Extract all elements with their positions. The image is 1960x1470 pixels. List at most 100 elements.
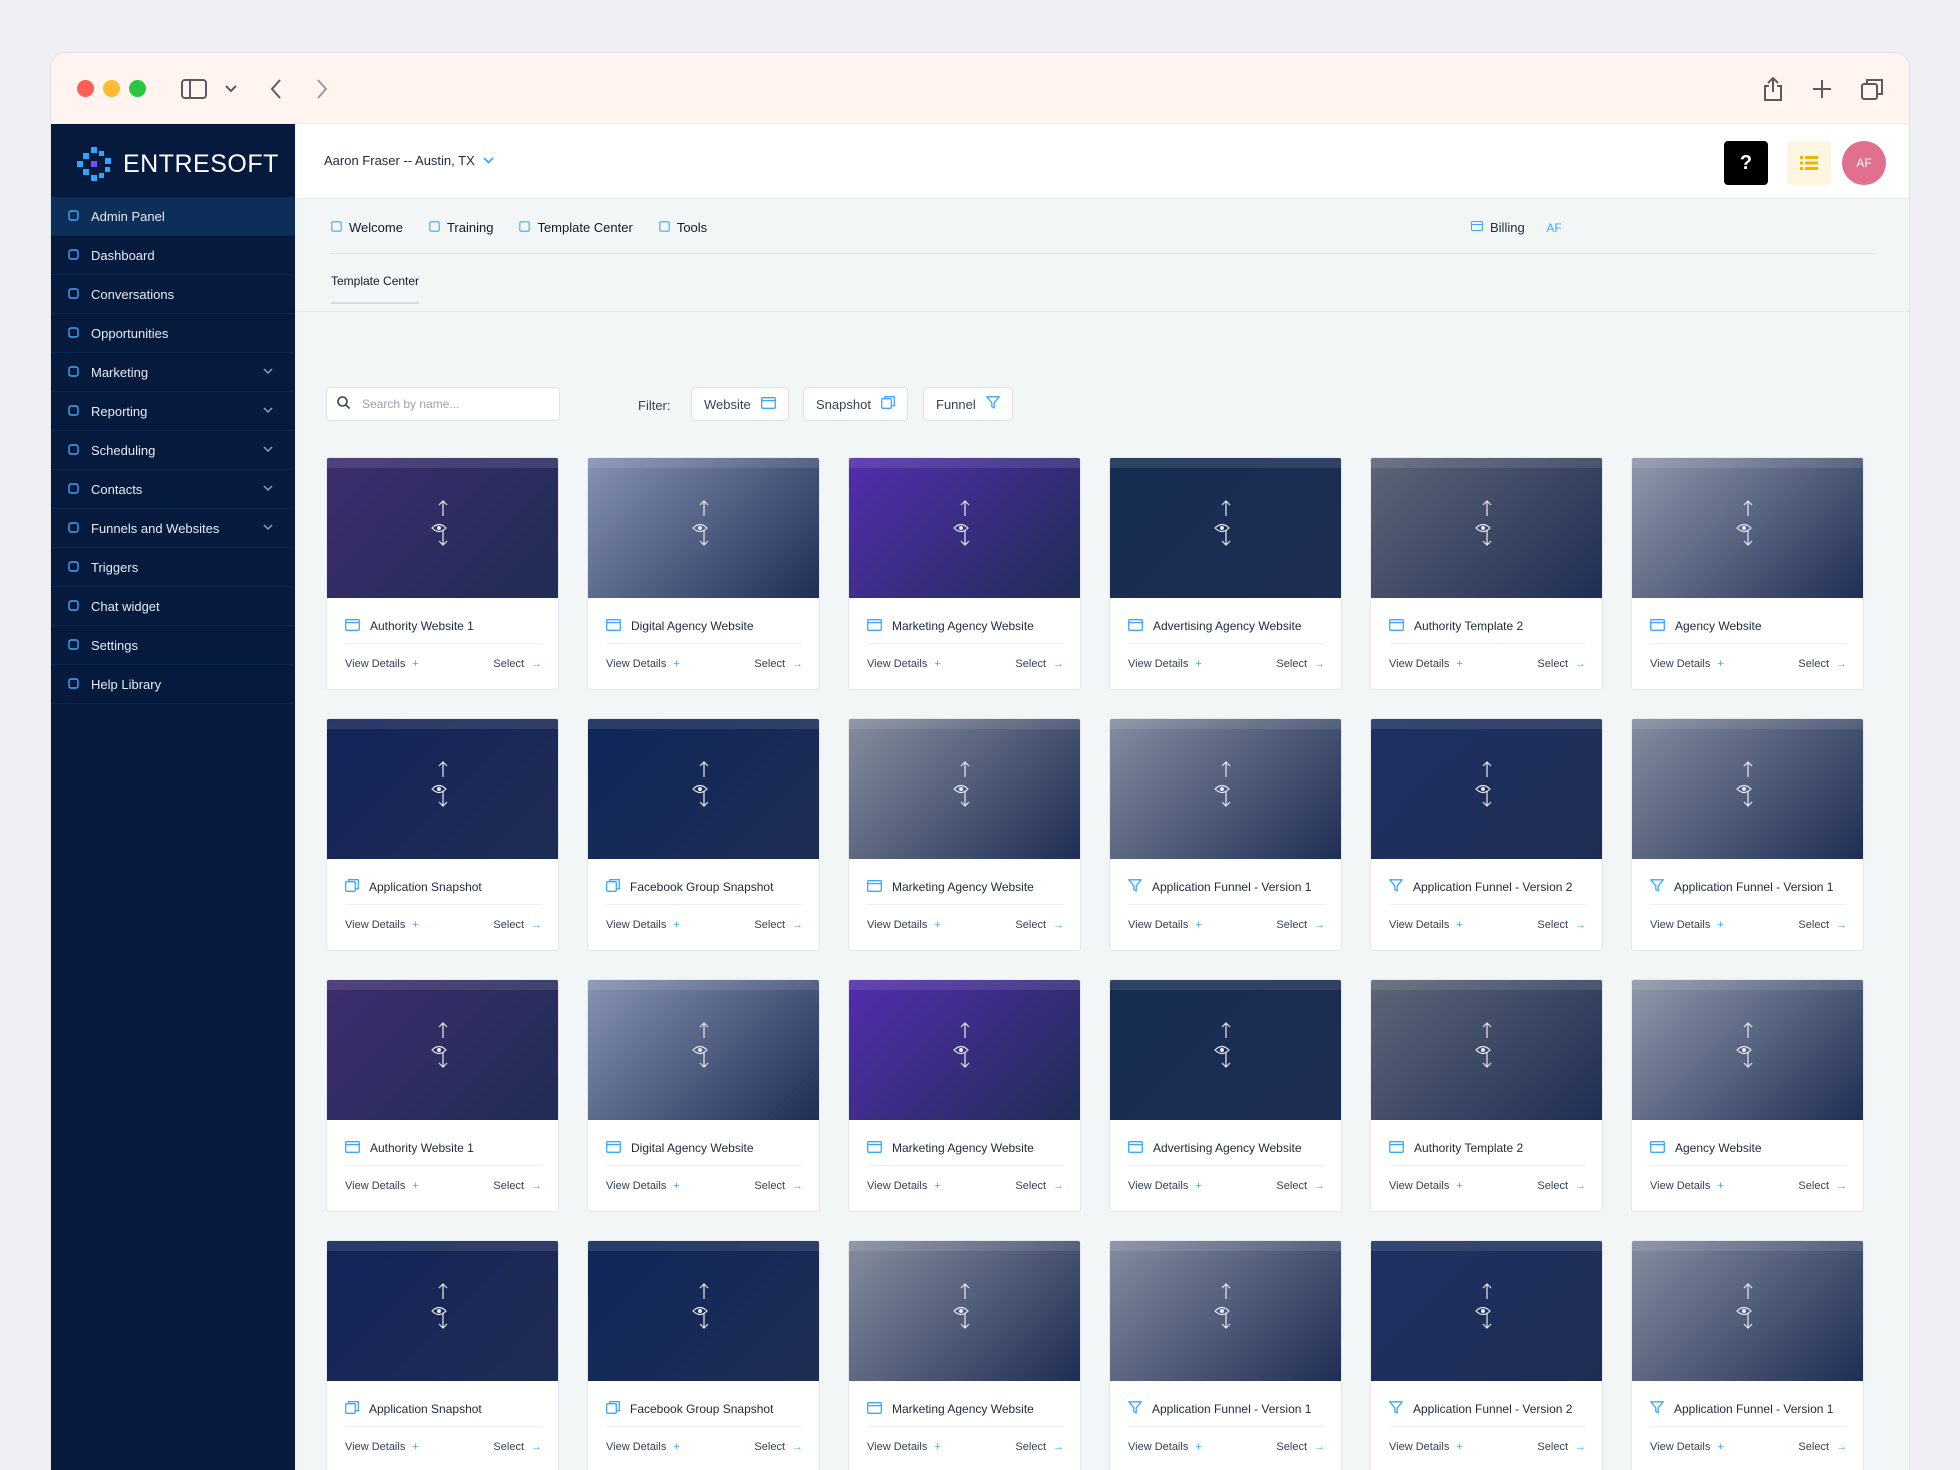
template-card[interactable]: Application Funnel - Version 2 View Detai… <box>1370 718 1603 951</box>
sidebar-item-help-library[interactable]: Help Library <box>51 665 295 704</box>
select-button[interactable]: Select → <box>1798 1180 1847 1192</box>
tab-overview-icon[interactable] <box>1856 73 1888 105</box>
sidebar-item-reporting[interactable]: Reporting <box>51 392 295 431</box>
preview-eye-icon[interactable] <box>692 1303 708 1319</box>
view-details-button[interactable]: View Details + <box>606 658 680 670</box>
view-details-button[interactable]: View Details + <box>867 658 941 670</box>
sidebar-item-opportunities[interactable]: Opportunities <box>51 314 295 353</box>
back-icon[interactable] <box>260 73 292 105</box>
preview-eye-icon[interactable] <box>953 1042 969 1058</box>
maximize-window-button[interactable] <box>129 80 146 97</box>
sidebar-item-conversations[interactable]: Conversations <box>51 275 295 314</box>
preview-eye-icon[interactable] <box>1214 1303 1230 1319</box>
view-details-button[interactable]: View Details + <box>1389 1180 1463 1192</box>
chevron-down-icon[interactable] <box>215 73 247 105</box>
template-thumbnail[interactable] <box>327 1241 558 1381</box>
preview-eye-icon[interactable] <box>1214 781 1230 797</box>
view-details-button[interactable]: View Details + <box>606 1180 680 1192</box>
view-details-button[interactable]: View Details + <box>1389 919 1463 931</box>
template-card[interactable]: Advertising Agency Website View Details + S… <box>1109 457 1342 690</box>
sidebar-item-contacts[interactable]: Contacts <box>51 470 295 509</box>
select-button[interactable]: Select → <box>493 1441 542 1453</box>
preview-eye-icon[interactable] <box>953 520 969 536</box>
select-button[interactable]: Select → <box>1015 1180 1064 1192</box>
select-button[interactable]: Select → <box>1276 1180 1325 1192</box>
view-details-button[interactable]: View Details + <box>606 919 680 931</box>
template-thumbnail[interactable] <box>1371 719 1602 859</box>
template-thumbnail[interactable] <box>588 1241 819 1381</box>
sidebar-toggle-icon[interactable] <box>178 73 210 105</box>
preview-eye-icon[interactable] <box>692 781 708 797</box>
forward-icon[interactable] <box>306 73 338 105</box>
template-thumbnail[interactable] <box>849 458 1080 598</box>
preview-eye-icon[interactable] <box>692 1042 708 1058</box>
preview-eye-icon[interactable] <box>431 1042 447 1058</box>
select-button[interactable]: Select → <box>754 658 803 670</box>
sidebar-item-marketing[interactable]: Marketing <box>51 353 295 392</box>
tab-training[interactable]: Training <box>429 220 493 235</box>
preview-eye-icon[interactable] <box>1475 781 1491 797</box>
select-button[interactable]: Select → <box>1015 1441 1064 1453</box>
select-button[interactable]: Select → <box>1537 1180 1586 1192</box>
user-avatar[interactable]: AF <box>1842 141 1886 185</box>
template-card[interactable]: Application Funnel - Version 1 View Detai… <box>1631 718 1864 951</box>
template-thumbnail[interactable] <box>1371 1241 1602 1381</box>
help-button[interactable]: ? <box>1724 141 1768 185</box>
preview-eye-icon[interactable] <box>1736 1042 1752 1058</box>
template-thumbnail[interactable] <box>1371 980 1602 1120</box>
template-card[interactable]: Digital Agency Website View Details + Selec… <box>587 457 820 690</box>
filter-chip-website[interactable]: Website <box>691 387 789 421</box>
template-card[interactable]: Authority Template 2 View Details + Select → <box>1370 457 1603 690</box>
view-details-button[interactable]: View Details + <box>1650 919 1724 931</box>
filter-chip-snapshot[interactable]: Snapshot <box>803 387 908 421</box>
sidebar-item-chat-widget[interactable]: Chat widget <box>51 587 295 626</box>
template-card[interactable]: Marketing Agency Website View Details + Sel… <box>848 718 1081 951</box>
template-card[interactable]: Digital Agency Website View Details + Selec… <box>587 979 820 1212</box>
search-input[interactable]: Search by name... <box>326 387 560 421</box>
template-thumbnail[interactable] <box>1632 1241 1863 1381</box>
preview-eye-icon[interactable] <box>1475 1042 1491 1058</box>
template-thumbnail[interactable] <box>327 458 558 598</box>
billing-link[interactable]: Billing <box>1471 220 1525 235</box>
view-details-button[interactable]: View Details + <box>1128 1180 1202 1192</box>
template-thumbnail[interactable] <box>327 980 558 1120</box>
select-button[interactable]: Select → <box>493 919 542 931</box>
select-button[interactable]: Select → <box>754 1180 803 1192</box>
view-details-button[interactable]: View Details + <box>1650 1441 1724 1453</box>
select-button[interactable]: Select → <box>1537 919 1586 931</box>
view-details-button[interactable]: View Details + <box>1650 658 1724 670</box>
sidebar-item-dashboard[interactable]: Dashboard <box>51 236 295 275</box>
template-card[interactable]: Agency Website View Details + Select → <box>1631 457 1864 690</box>
billing-avatar[interactable]: AF <box>1539 213 1569 243</box>
template-card[interactable]: Facebook Group Snapshot View Details + Sele… <box>587 1240 820 1470</box>
template-thumbnail[interactable] <box>1110 458 1341 598</box>
sidebar-item-funnels-and-websites[interactable]: Funnels and Websites <box>51 509 295 548</box>
template-thumbnail[interactable] <box>588 719 819 859</box>
preview-eye-icon[interactable] <box>1475 520 1491 536</box>
select-button[interactable]: Select → <box>754 1441 803 1453</box>
template-thumbnail[interactable] <box>588 458 819 598</box>
template-thumbnail[interactable] <box>1371 458 1602 598</box>
template-card[interactable]: Application Snapshot View Details + Select → <box>326 718 559 951</box>
account-switcher[interactable]: Aaron Fraser -- Austin, TX <box>324 153 494 168</box>
select-button[interactable]: Select → <box>493 658 542 670</box>
tab-welcome[interactable]: Welcome <box>331 220 403 235</box>
view-details-button[interactable]: View Details + <box>345 658 419 670</box>
preview-eye-icon[interactable] <box>431 1303 447 1319</box>
preview-eye-icon[interactable] <box>1736 781 1752 797</box>
preview-eye-icon[interactable] <box>431 520 447 536</box>
template-thumbnail[interactable] <box>327 719 558 859</box>
view-details-button[interactable]: View Details + <box>867 919 941 931</box>
close-window-button[interactable] <box>77 80 94 97</box>
template-thumbnail[interactable] <box>1110 980 1341 1120</box>
template-thumbnail[interactable] <box>849 719 1080 859</box>
sidebar-item-settings[interactable]: Settings <box>51 626 295 665</box>
preview-eye-icon[interactable] <box>1736 1303 1752 1319</box>
tab-tools[interactable]: Tools <box>659 220 707 235</box>
template-thumbnail[interactable] <box>1632 980 1863 1120</box>
sidebar-item-scheduling[interactable]: Scheduling <box>51 431 295 470</box>
sidebar-item-triggers[interactable]: Triggers <box>51 548 295 587</box>
template-card[interactable]: Authority Template 2 View Details + Select → <box>1370 979 1603 1212</box>
template-card[interactable]: Marketing Agency Website View Details + Sel… <box>848 457 1081 690</box>
view-details-button[interactable]: View Details + <box>1128 1441 1202 1453</box>
